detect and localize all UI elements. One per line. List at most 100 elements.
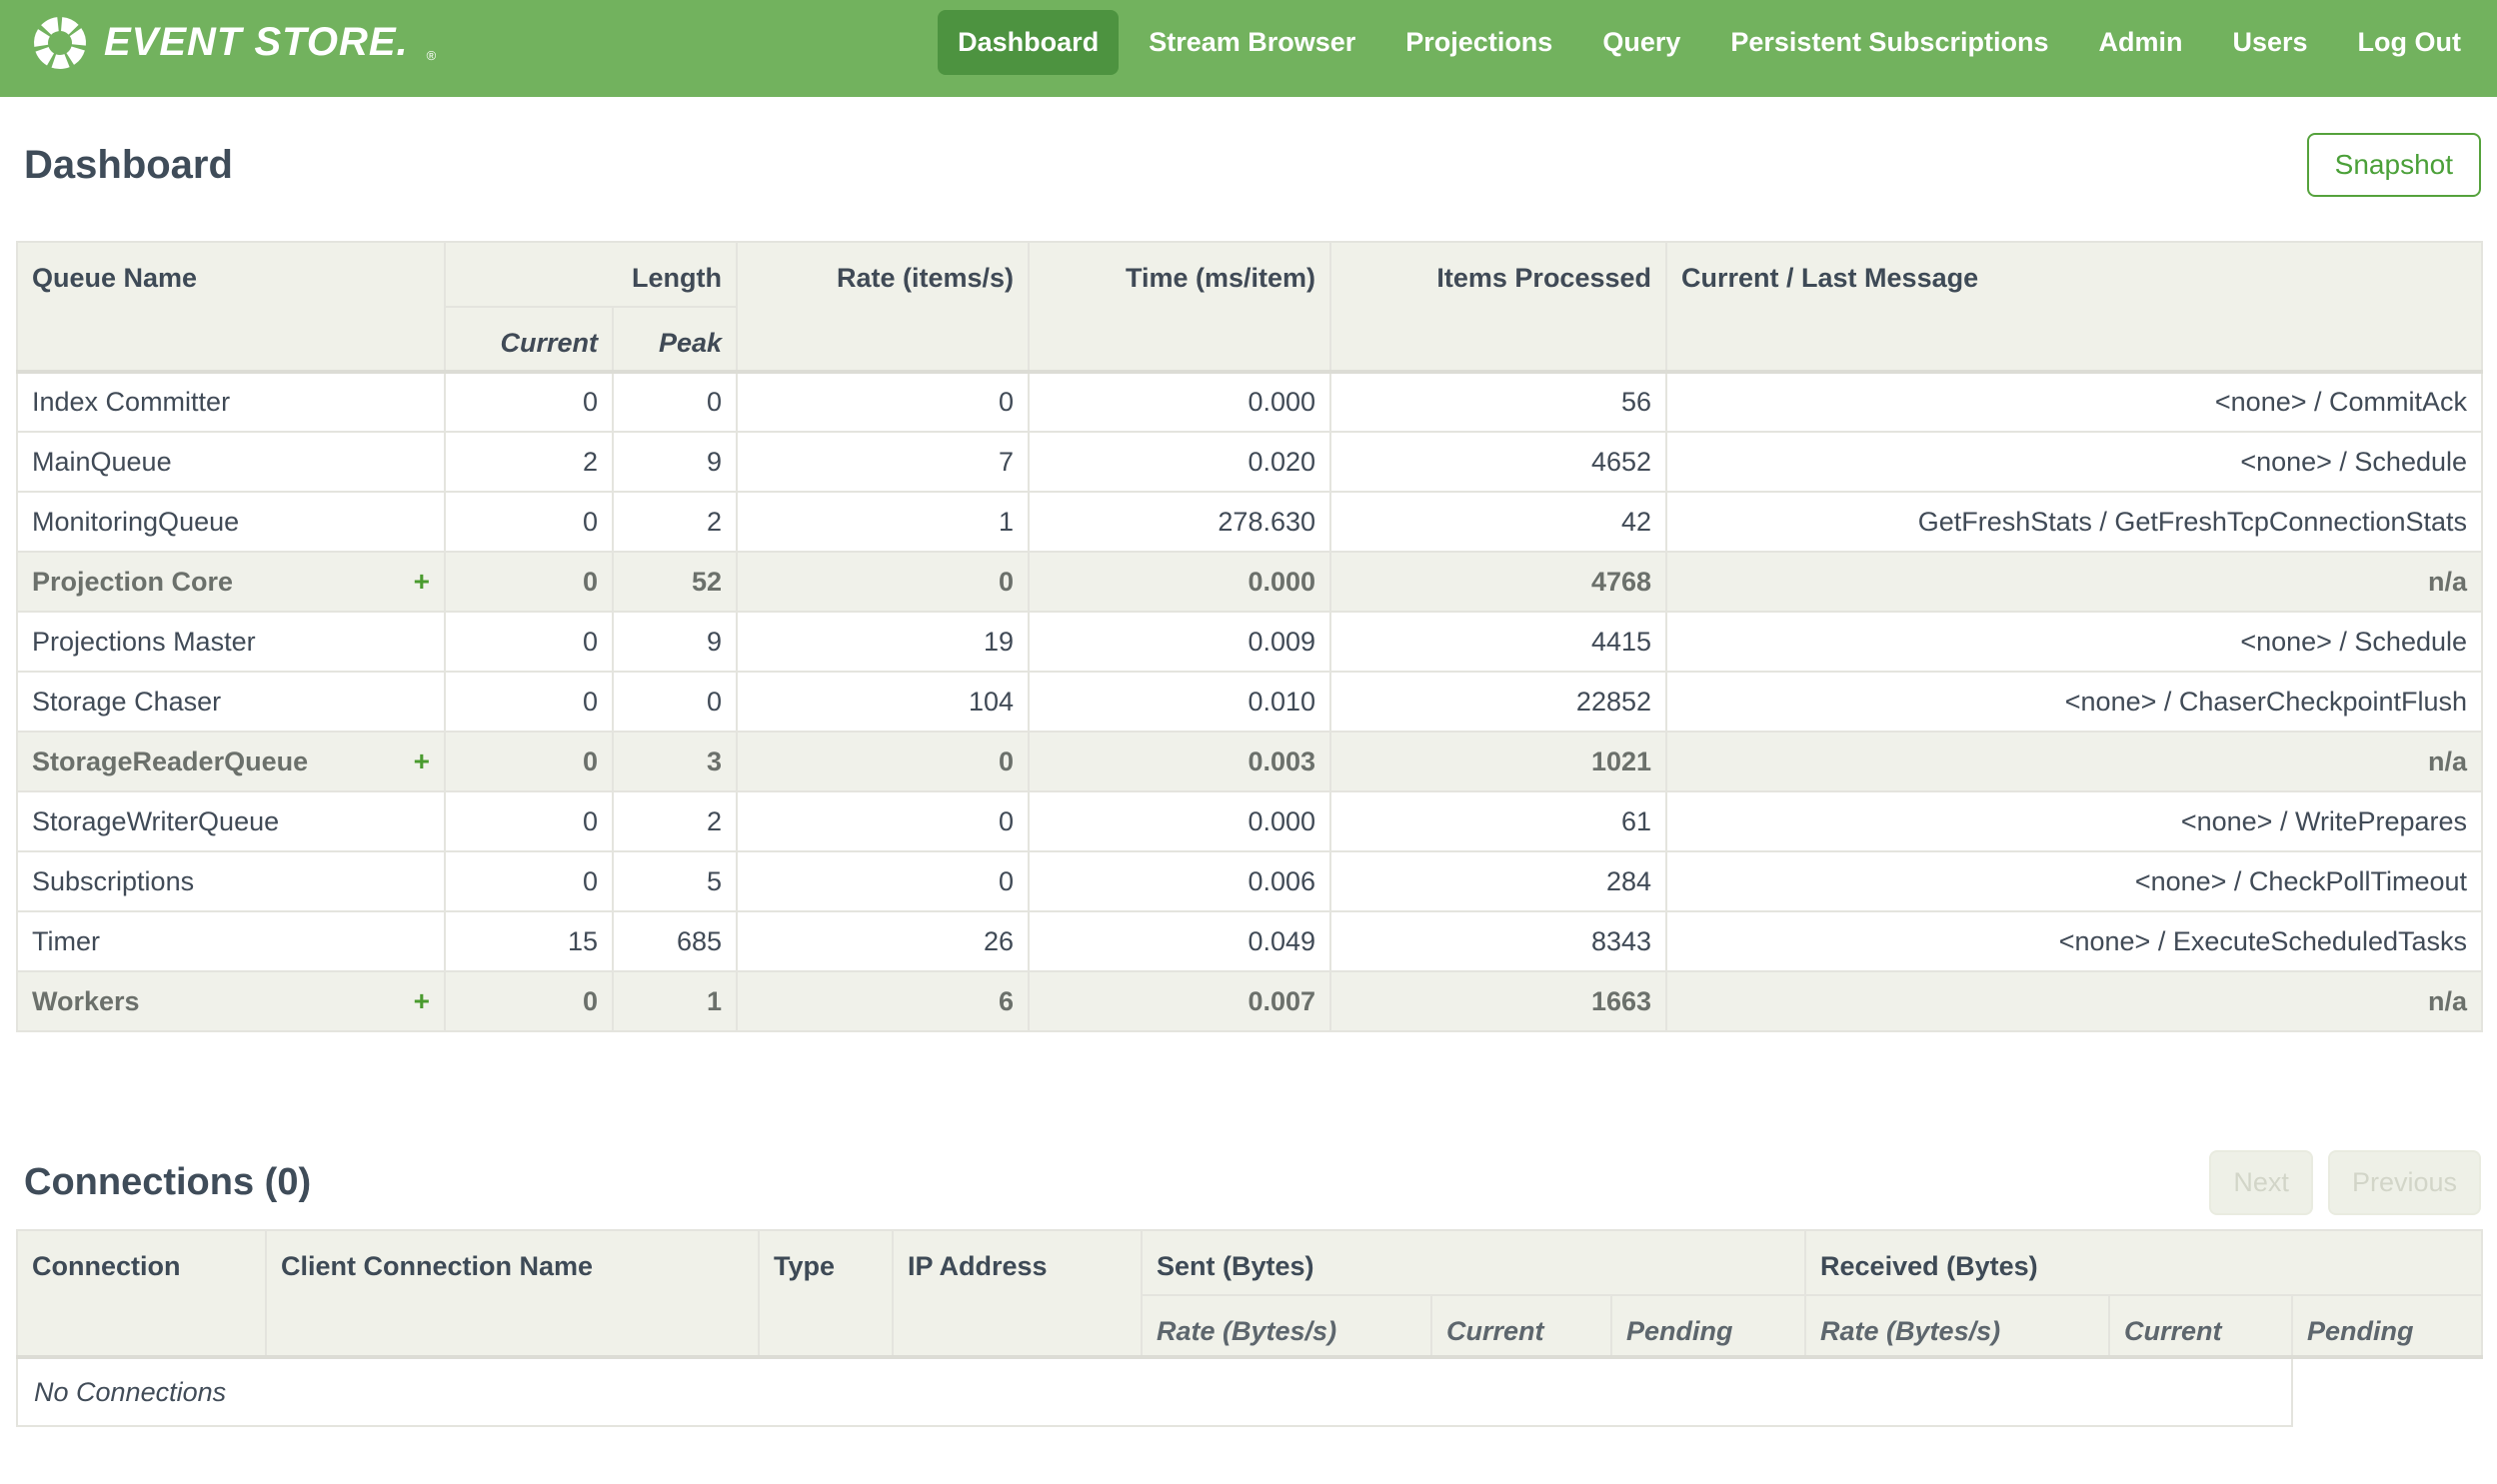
queue-table-row: Projections Master 0 9 19 0.009 4415 <no… [16,611,2484,673]
empty-spacer-cell [2292,1357,2483,1426]
brand[interactable]: EVENT STORE. ® [16,15,436,71]
queue-name: StorageWriterQueue [32,805,280,836]
expand-plus-icon[interactable]: + [414,985,430,1017]
queue-length-peak-cell: 2 [611,790,739,852]
pager: Next Previous [2209,1150,2481,1215]
queue-table-row: Projection Core + 0 52 0 0.000 4768 n/a [16,551,2484,613]
queue-name: Projections Master [32,626,256,657]
queue-rate-cell: 0 [736,790,1031,852]
queue-name-cell: Index Committer [16,371,446,433]
queue-length-peak-cell: 9 [611,431,739,493]
queue-length-peak-cell: 2 [611,491,739,553]
nav-item-stream-browser[interactable]: Stream Browser [1129,10,1375,75]
queue-items-processed-cell: 8343 [1329,910,1668,972]
queue-name: Index Committer [32,387,231,417]
queue-name: Storage Chaser [32,686,222,717]
col-header-sent: Sent (Bytes) [1140,1229,1807,1296]
queue-length-current-cell: 0 [444,850,614,912]
queue-name-cell: Projection Core + [16,551,446,613]
queue-name-cell: StorageWriterQueue [16,790,446,852]
queue-name: Timer [32,925,100,956]
expand-plus-icon[interactable]: + [414,566,430,598]
queue-items-processed-cell: 56 [1329,371,1668,433]
queue-message-cell: <none> / ChaserCheckpointFlush [1665,671,2484,733]
col-header-received-rate: Rate (Bytes/s) [1804,1294,2111,1358]
col-header-rate: Rate (items/s) [736,241,1031,373]
queue-name-cell: Timer [16,910,446,972]
queue-table-row: StorageWriterQueue 0 2 0 0.000 61 <none>… [16,790,2484,852]
queue-table-row: Subscriptions 0 5 0 0.006 284 <none> / C… [16,850,2484,912]
connections-table: Connection Client Connection Name Type I… [15,1229,2484,1427]
queue-length-current-cell: 0 [444,551,614,613]
page-title: Dashboard [24,142,233,187]
queue-time-cell: 0.003 [1028,731,1332,792]
queue-length-current-cell: 0 [444,790,614,852]
queue-rate-cell: 7 [736,431,1031,493]
col-header-sent-current: Current [1430,1294,1612,1358]
queue-message-cell: <none> / Schedule [1665,431,2484,493]
queue-length-peak-cell: 52 [611,551,739,613]
queue-message-cell: <none> / ExecuteScheduledTasks [1665,910,2484,972]
queue-rate-cell: 6 [736,970,1031,1032]
queue-message-cell: GetFreshStats / GetFreshTcpConnectionSta… [1665,491,2484,553]
queue-length-peak-cell: 5 [611,850,739,912]
next-button[interactable]: Next [2209,1150,2313,1215]
queue-length-peak-cell: 1 [611,970,739,1032]
col-header-length-peak: Peak [611,306,739,373]
queue-name-cell: Projections Master [16,611,446,673]
queue-time-cell: 0.020 [1028,431,1332,493]
queue-length-current-cell: 15 [444,910,614,972]
col-header-length: Length [443,241,739,308]
expand-plus-icon[interactable]: + [414,745,430,777]
queue-time-cell: 0.009 [1028,611,1332,673]
connections-table-body: No Connections [15,1356,2483,1427]
queue-name: Projection Core [32,566,234,597]
queue-name-cell: Storage Chaser [16,671,446,733]
nav-item-log-out[interactable]: Log Out [2338,10,2481,75]
queue-table-row: MonitoringQueue 0 2 1 278.630 42 GetFres… [16,491,2484,553]
queue-name: StorageReaderQueue [32,745,309,776]
queue-message-cell: n/a [1665,731,2484,792]
queue-time-cell: 0.000 [1028,551,1332,613]
col-header-received: Received (Bytes) [1804,1229,2484,1296]
queue-length-current-cell: 0 [444,671,614,733]
col-header-queue-name: Queue Name [16,241,446,373]
queue-rate-cell: 0 [736,371,1031,433]
col-header-type: Type [758,1229,894,1358]
queue-items-processed-cell: 1663 [1329,970,1668,1032]
nav-item-persistent-subscriptions[interactable]: Persistent Subscriptions [1710,10,2068,75]
queue-items-processed-cell: 42 [1329,491,1668,553]
connections-header: Connections (0) Next Previous [16,1150,2481,1215]
nav-item-users[interactable]: Users [2212,10,2327,75]
queue-message-cell: <none> / CommitAck [1665,371,2484,433]
queue-name-cell: StorageReaderQueue + [16,731,446,792]
queue-length-current-cell: 0 [444,731,614,792]
queue-rate-cell: 104 [736,671,1031,733]
queue-time-cell: 0.007 [1028,970,1332,1032]
nav-item-admin[interactable]: Admin [2078,10,2202,75]
nav-item-dashboard[interactable]: Dashboard [938,10,1120,75]
queue-message-cell: <none> / CheckPollTimeout [1665,850,2484,912]
queue-length-current-cell: 2 [444,431,614,493]
snapshot-button[interactable]: Snapshot [2306,133,2481,197]
queue-table-row: StorageReaderQueue + 0 3 0 0.003 1021 n/… [16,731,2484,792]
queue-items-processed-cell: 4768 [1329,551,1668,613]
event-store-ring-logo-icon [34,16,86,69]
no-connections-message: No Connections [15,1356,2294,1427]
brand-name: EVENT STORE. [104,20,409,64]
queues-table-header: Queue Name Length Rate (items/s) Time (m… [16,241,2484,373]
nav-item-projections[interactable]: Projections [1385,10,1572,75]
queue-length-current-cell: 0 [444,611,614,673]
queue-length-peak-cell: 9 [611,611,739,673]
col-header-length-current: Current [444,306,614,373]
queues-table-body: Index Committer 0 0 0 0.000 56 <none> / … [16,371,2484,1032]
queue-length-current-cell: 0 [444,970,614,1032]
nav-item-query[interactable]: Query [1582,10,1700,75]
queue-rate-cell: 26 [736,910,1031,972]
queue-name-cell: Subscriptions [16,850,446,912]
queue-message-cell: <none> / Schedule [1665,611,2484,673]
col-header-time: Time (ms/item) [1028,241,1332,373]
queue-rate-cell: 0 [736,551,1031,613]
previous-button[interactable]: Previous [2327,1150,2481,1215]
queue-name-cell: MonitoringQueue [16,491,446,553]
